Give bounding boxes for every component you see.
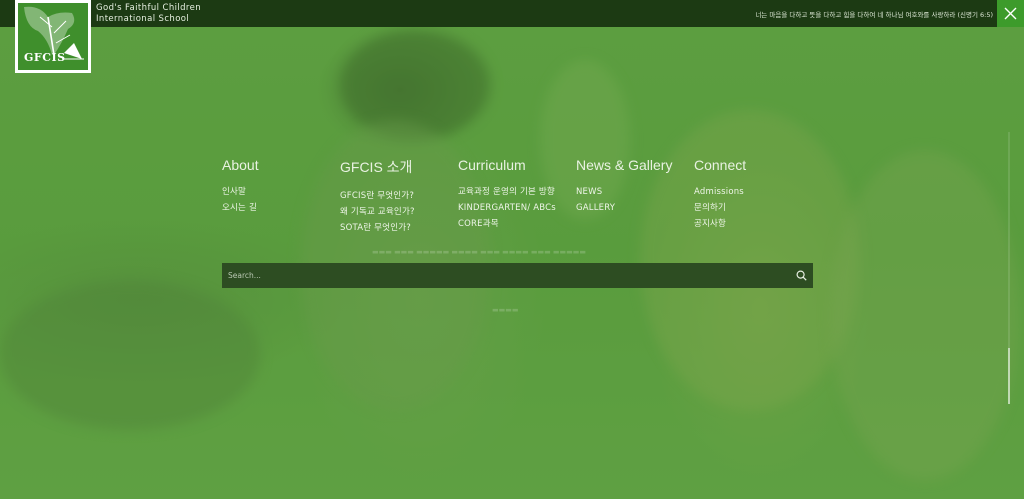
nav-column-curriculum: Curriculum 교육과정 운영의 기본 방향 KINDERGARTEN/ …	[458, 157, 576, 232]
nav-link[interactable]: KINDERGARTEN/ ABCs	[458, 200, 576, 216]
close-icon	[1004, 7, 1017, 20]
scroll-indicator[interactable]	[1008, 132, 1010, 404]
scroll-thumb[interactable]	[1008, 348, 1010, 404]
nav-link[interactable]: 왜 기독교 교육인가?	[340, 204, 458, 220]
school-name-line1: God's Faithful Children	[96, 3, 202, 13]
nav-title-about[interactable]: About	[222, 157, 340, 173]
bible-verse: 너는 마음을 다하고 뜻을 다하고 힘을 다하여 네 하나님 여호와를 사랑하라…	[755, 11, 993, 19]
school-name: God's Faithful Children International Sc…	[96, 3, 201, 25]
background-text: ▬▬▬▬	[492, 306, 519, 314]
nav-link[interactable]: 공지사항	[694, 216, 812, 232]
nav-title-news-gallery[interactable]: News & Gallery	[576, 157, 694, 173]
site-logo[interactable]: GFCIS	[15, 0, 91, 73]
close-button[interactable]	[997, 0, 1024, 27]
search-bar	[222, 263, 813, 288]
nav-list-news-gallery: NEWS GALLERY	[576, 184, 694, 216]
nav-link[interactable]: GALLERY	[576, 200, 694, 216]
nav-column-connect: Connect Admissions 문의하기 공지사항	[694, 157, 812, 232]
nav-column-gfcis: GFCIS 소개 GFCIS란 무엇인가? 왜 기독교 교육인가? SOTA란 …	[340, 157, 458, 236]
search-icon	[795, 270, 807, 281]
top-bar: God's Faithful Children International Sc…	[0, 0, 1024, 27]
nav-link[interactable]: NEWS	[576, 184, 694, 200]
background-text: ▬▬▬ ▬▬▬ ▬▬▬▬▬ ▬▬▬▬ ▬▬▬ ▬▬▬▬ ▬▬▬ ▬▬▬▬▬	[372, 248, 586, 256]
nav-link[interactable]: 인사말	[222, 184, 340, 200]
nav-list-gfcis: GFCIS란 무엇인가? 왜 기독교 교육인가? SOTA란 무엇인가?	[340, 188, 458, 236]
nav-link[interactable]: GFCIS란 무엇인가?	[340, 188, 458, 204]
nav-link[interactable]: CORE과목	[458, 216, 576, 232]
logo-text: GFCIS	[24, 51, 66, 64]
nav-link[interactable]: 교육과정 운영의 기본 방향	[458, 184, 576, 200]
nav-link[interactable]: 문의하기	[694, 200, 812, 216]
nav-link[interactable]: Admissions	[694, 184, 812, 200]
search-button[interactable]	[789, 263, 813, 288]
nav-list-curriculum: 교육과정 운영의 기본 방향 KINDERGARTEN/ ABCs CORE과목	[458, 184, 576, 232]
logo-emblem: GFCIS	[18, 3, 88, 70]
nav-title-curriculum[interactable]: Curriculum	[458, 157, 576, 173]
nav-column-news-gallery: News & Gallery NEWS GALLERY	[576, 157, 694, 216]
nav-list-about: 인사말 오시는 길	[222, 184, 340, 216]
nav-list-connect: Admissions 문의하기 공지사항	[694, 184, 812, 232]
nav-title-connect[interactable]: Connect	[694, 157, 812, 173]
school-name-line2: International School	[96, 14, 190, 24]
search-input[interactable]	[222, 263, 789, 288]
nav-link[interactable]: SOTA란 무엇인가?	[340, 220, 458, 236]
nav-title-gfcis[interactable]: GFCIS 소개	[340, 157, 458, 177]
nav-link[interactable]: 오시는 길	[222, 200, 340, 216]
nav-column-about: About 인사말 오시는 길	[222, 157, 340, 216]
